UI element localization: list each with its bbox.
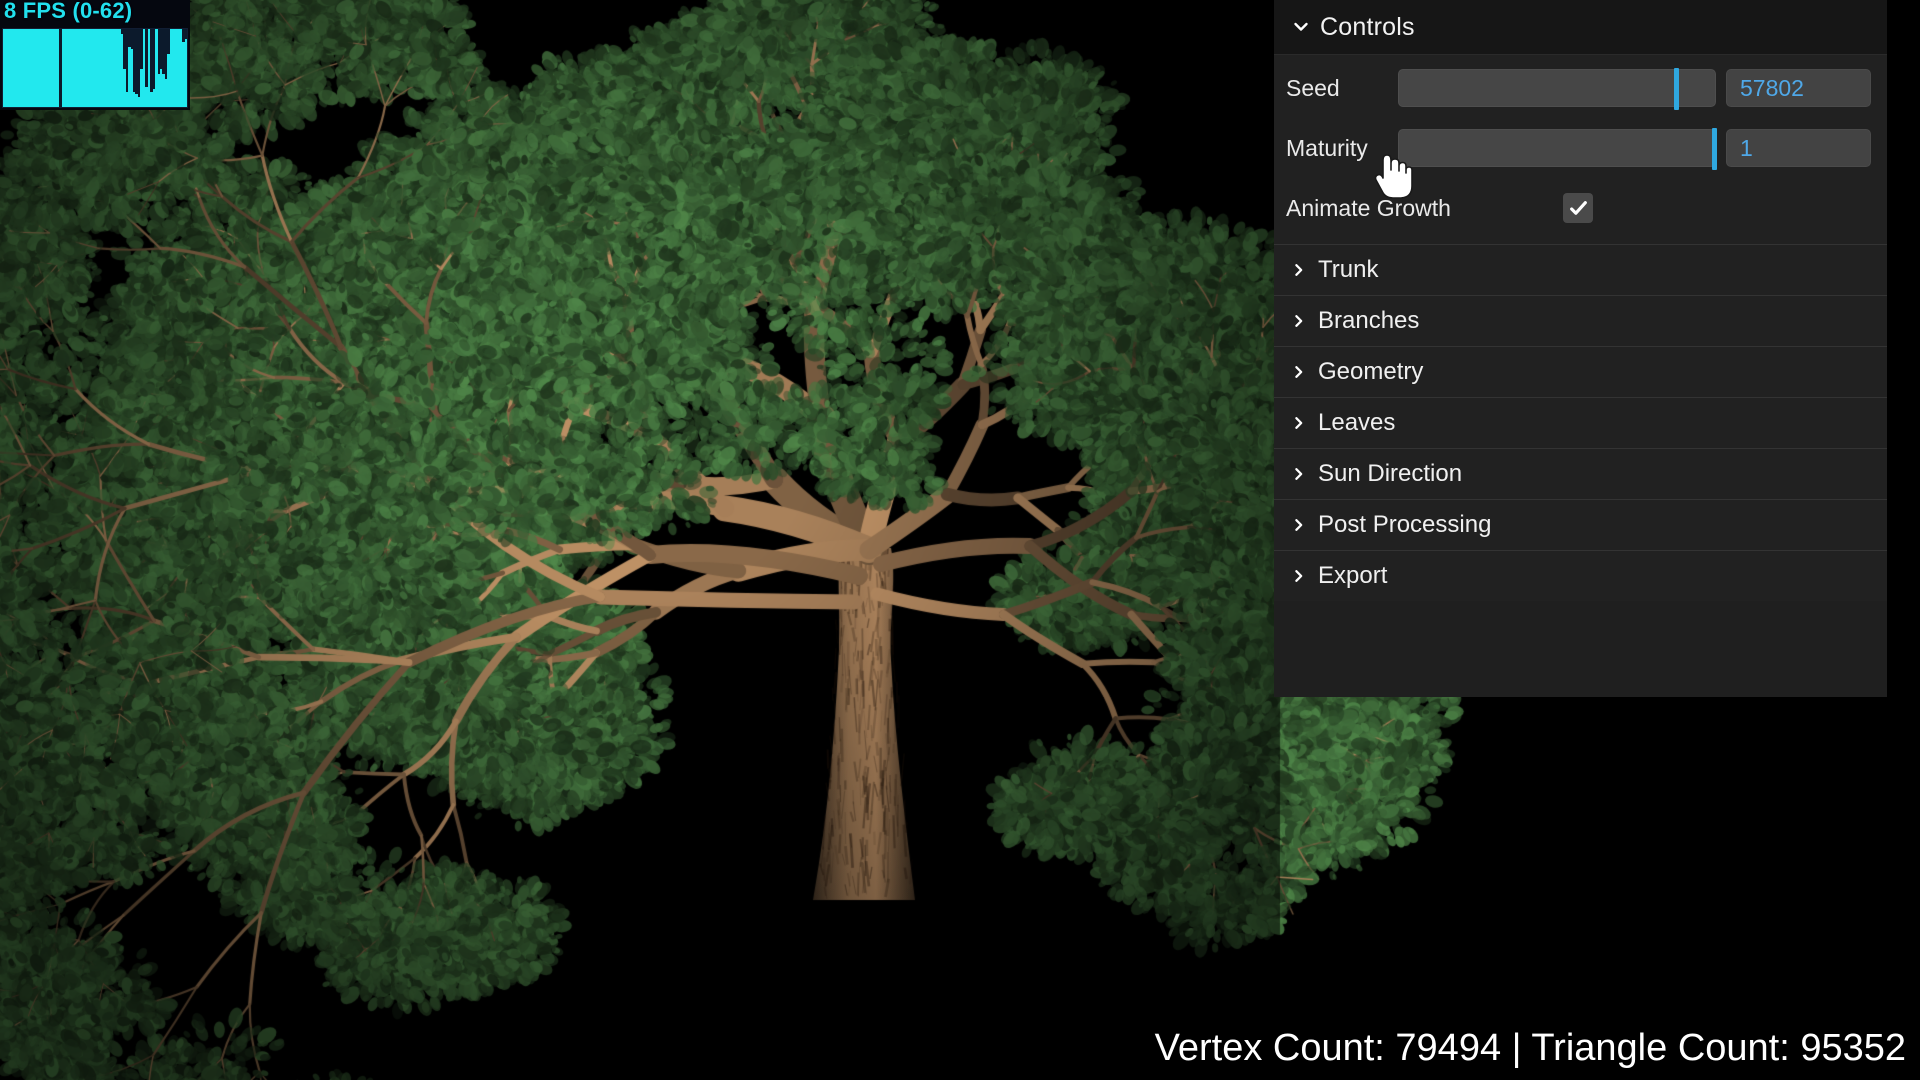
seed-value-input[interactable]: 57802: [1726, 69, 1871, 107]
chevron-right-icon: [1288, 514, 1310, 536]
section-label: Trunk: [1318, 256, 1379, 283]
maturity-slider-handle[interactable]: [1712, 128, 1717, 170]
fps-history-graph: [2, 28, 188, 108]
app-root: 8 FPS (0-62) Controls Seed 57802 Maturit…: [0, 0, 1920, 1080]
seed-control-group: 57802: [1398, 68, 1871, 110]
maturity-slider[interactable]: [1398, 128, 1717, 170]
section-row-sun-direction[interactable]: Sun Direction: [1274, 448, 1887, 499]
seed-label: Seed: [1286, 74, 1340, 101]
property-row-animate-growth: Animate Growth: [1274, 178, 1887, 238]
controls-panel-body: Seed 57802 Maturity 1 Animate Growth: [1274, 55, 1887, 244]
animate-growth-checkbox[interactable]: [1563, 193, 1593, 223]
chevron-down-icon: [1290, 16, 1312, 38]
maturity-value-input[interactable]: 1: [1726, 129, 1871, 167]
section-label: Sun Direction: [1318, 460, 1463, 487]
section-label: Export: [1318, 562, 1388, 589]
section-row-branches[interactable]: Branches: [1274, 295, 1887, 346]
animate-growth-label: Animate Growth: [1286, 194, 1451, 221]
chevron-right-icon: [1288, 259, 1310, 281]
section-label: Leaves: [1318, 409, 1396, 436]
controls-panel: Controls Seed 57802 Maturity 1 Animate G…: [1274, 0, 1887, 697]
section-row-trunk[interactable]: Trunk: [1274, 244, 1887, 295]
section-label: Geometry: [1318, 358, 1424, 385]
section-label: Post Processing: [1318, 511, 1492, 538]
fps-bar: [56, 29, 60, 107]
chevron-right-icon: [1288, 412, 1310, 434]
fps-overlay: 8 FPS (0-62): [0, 0, 190, 110]
chevron-right-icon: [1288, 361, 1310, 383]
checkmark-icon: [1569, 200, 1587, 215]
fps-bar: [184, 39, 187, 107]
section-row-post-processing[interactable]: Post Processing: [1274, 499, 1887, 550]
section-row-geometry[interactable]: Geometry: [1274, 346, 1887, 397]
fps-label: 8 FPS (0-62): [4, 0, 133, 23]
chevron-right-icon: [1288, 463, 1310, 485]
property-row-seed: Seed 57802: [1274, 58, 1887, 118]
animate-growth-control-group: [1558, 193, 1871, 223]
chevron-right-icon: [1288, 310, 1310, 332]
maturity-label: Maturity: [1286, 134, 1368, 161]
section-row-leaves[interactable]: Leaves: [1274, 397, 1887, 448]
section-label: Branches: [1318, 307, 1420, 334]
mesh-stats-status-text: Vertex Count: 79494 | Triangle Count: 95…: [1154, 1027, 1906, 1069]
collapsible-sections: Trunk Branches Geometry Leaves Sun Direction…: [1274, 244, 1887, 601]
fps-bars-container: [3, 29, 187, 107]
controls-panel-title: Controls: [1320, 12, 1415, 41]
seed-slider-handle[interactable]: [1673, 68, 1679, 110]
seed-slider[interactable]: [1398, 68, 1716, 110]
controls-panel-header[interactable]: Controls: [1274, 0, 1887, 55]
chevron-right-icon: [1288, 565, 1310, 587]
section-row-export[interactable]: Export: [1274, 550, 1887, 601]
maturity-control-group: 1: [1398, 128, 1871, 170]
property-row-maturity: Maturity 1: [1274, 118, 1887, 178]
